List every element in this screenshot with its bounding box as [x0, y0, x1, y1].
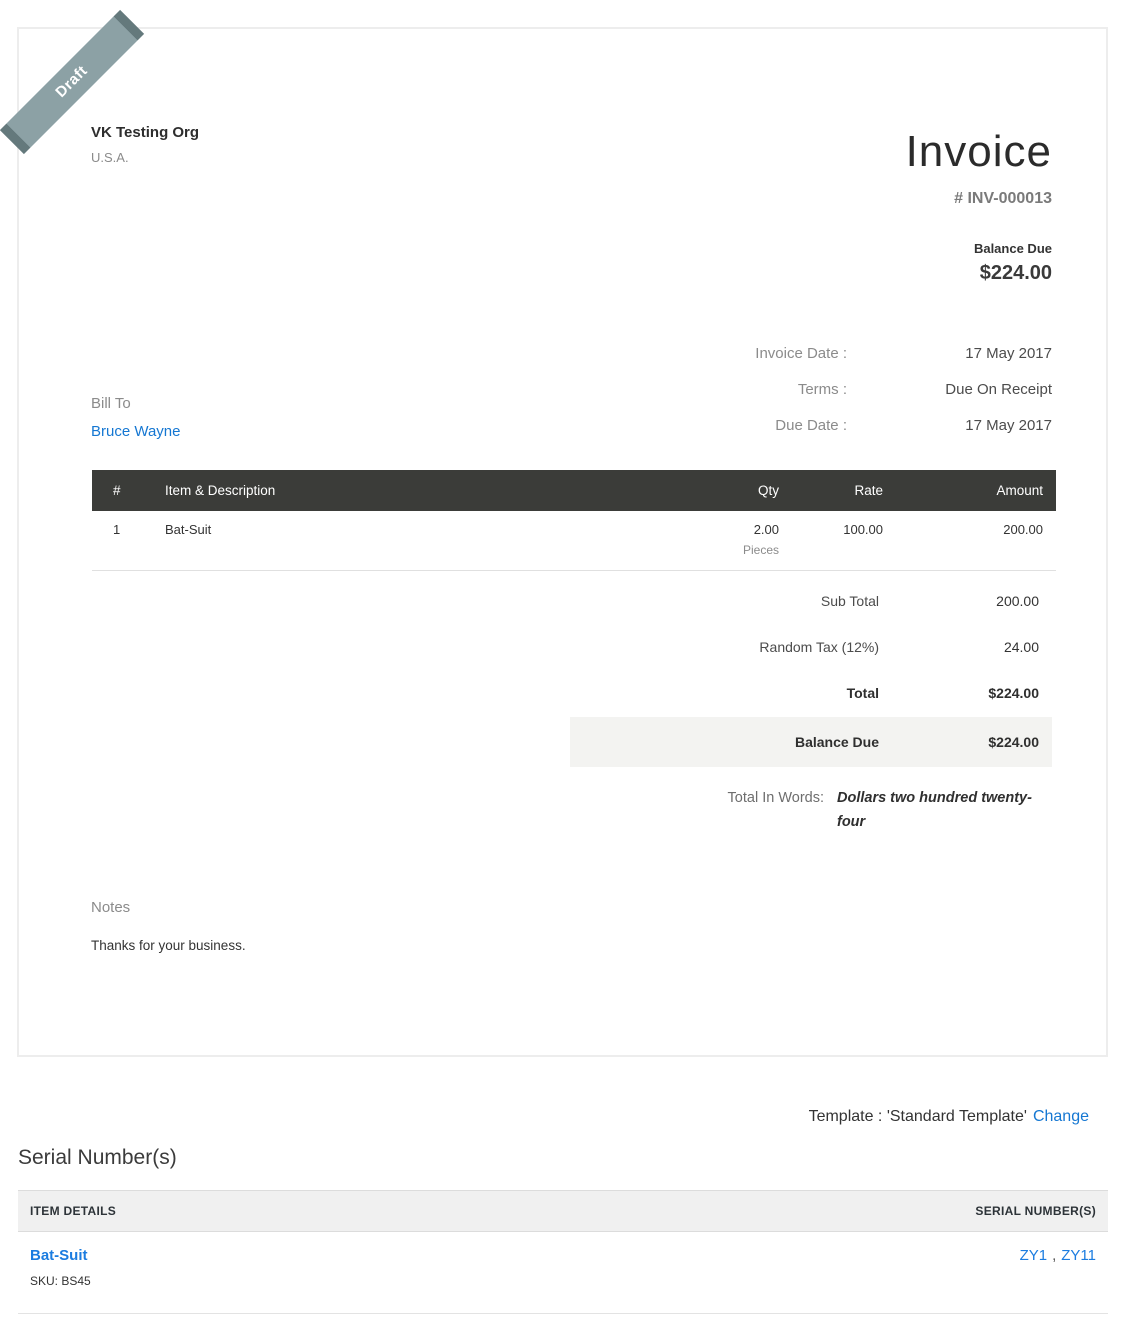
serials-table: ITEM DETAILS SERIAL NUMBER(S) Bat-Suit S…: [18, 1190, 1108, 1314]
serials-header-serial-numbers: SERIAL NUMBER(S): [975, 1204, 1096, 1218]
notes-text: Thanks for your business.: [91, 938, 246, 953]
col-header-qty: Qty: [672, 483, 792, 498]
terms-value: Due On Receipt: [847, 380, 1052, 400]
subtotal-value: 200.00: [879, 591, 1052, 611]
bill-to-block: Bill To Bruce Wayne: [91, 395, 180, 441]
total-in-words-block: Total In Words: Dollars two hundred twen…: [728, 786, 1052, 834]
item-index: 1: [92, 522, 165, 557]
balance-due-row-value: $224.00: [879, 732, 1052, 752]
serials-numbers-cell: ZY1, ZY11: [1020, 1247, 1096, 1288]
invoice-date-row: Invoice Date : 17 May 2017: [632, 344, 1052, 364]
serials-heading: Serial Number(s): [18, 1146, 177, 1170]
item-qty-cell: 2.00 Pieces: [672, 522, 792, 557]
terms-row: Terms : Due On Receipt: [632, 380, 1052, 400]
col-header-index: #: [92, 483, 165, 498]
serials-item-sku: SKU: BS45: [30, 1274, 1020, 1288]
due-date-label: Due Date :: [632, 416, 847, 436]
serials-item-cell: Bat-Suit SKU: BS45: [30, 1247, 1020, 1288]
org-country: U.S.A.: [91, 150, 199, 165]
template-change-link[interactable]: Change: [1033, 1108, 1089, 1125]
balance-due-row: Balance Due $224.00: [570, 717, 1052, 767]
template-line: Template : 'Standard Template' Change: [809, 1108, 1089, 1126]
serial-separator: ,: [1052, 1247, 1056, 1264]
org-block: VK Testing Org U.S.A.: [91, 124, 199, 165]
invoice-paper: Draft VK Testing Org U.S.A. Invoice # IN…: [17, 27, 1108, 1057]
table-row: 1 Bat-Suit 2.00 Pieces 100.00 200.00: [92, 511, 1056, 571]
bill-to-label: Bill To: [91, 395, 180, 412]
notes-label: Notes: [91, 899, 246, 916]
template-label: Template : 'Standard Template': [809, 1108, 1027, 1125]
due-date-row: Due Date : 17 May 2017: [632, 416, 1052, 436]
item-amount: 200.00: [896, 522, 1056, 557]
item-unit: Pieces: [672, 543, 779, 557]
total-in-words-label: Total In Words:: [728, 786, 824, 834]
invoice-date-label: Invoice Date :: [632, 344, 847, 364]
serial-number-link[interactable]: ZY1: [1020, 1247, 1048, 1264]
subtotal-row: Sub Total 200.00: [570, 578, 1052, 624]
serial-number-link[interactable]: ZY11: [1061, 1247, 1096, 1264]
bill-to-customer-link[interactable]: Bruce Wayne: [91, 423, 180, 440]
serials-header-item-details: ITEM DETAILS: [30, 1204, 975, 1218]
due-date-value: 17 May 2017: [847, 416, 1052, 436]
total-value: $224.00: [879, 683, 1052, 703]
items-table-header: # Item & Description Qty Rate Amount: [92, 470, 1056, 511]
notes-block: Notes Thanks for your business.: [91, 899, 246, 953]
item-qty: 2.00: [672, 522, 779, 537]
balance-due-label: Balance Due: [974, 241, 1052, 256]
org-name: VK Testing Org: [91, 124, 199, 141]
invoice-number: # INV-000013: [906, 190, 1052, 208]
total-row: Total $224.00: [570, 670, 1052, 716]
col-header-rate: Rate: [792, 483, 896, 498]
item-name: Bat-Suit: [165, 522, 672, 557]
items-table: # Item & Description Qty Rate Amount 1 B…: [92, 470, 1056, 571]
total-in-words-value: Dollars two hundred twenty-four: [837, 786, 1052, 834]
tax-value: 24.00: [879, 637, 1052, 657]
col-header-item: Item & Description: [165, 483, 672, 498]
table-row: Bat-Suit SKU: BS45 ZY1, ZY11: [18, 1232, 1108, 1314]
serials-item-link[interactable]: Bat-Suit: [30, 1247, 88, 1264]
item-rate: 100.00: [792, 522, 896, 557]
terms-label: Terms :: [632, 380, 847, 400]
tax-label: Random Tax (12%): [570, 637, 879, 657]
total-label: Total: [570, 683, 879, 703]
serials-table-header: ITEM DETAILS SERIAL NUMBER(S): [18, 1190, 1108, 1232]
balance-due-row-label: Balance Due: [570, 732, 879, 752]
totals-block: Sub Total 200.00 Random Tax (12%) 24.00 …: [570, 578, 1052, 767]
tax-row: Random Tax (12%) 24.00: [570, 624, 1052, 670]
invoice-meta: Invoice Date : 17 May 2017 Terms : Due O…: [632, 344, 1052, 452]
draft-ribbon-label: Draft: [52, 62, 91, 101]
invoice-header: Invoice # INV-000013: [906, 127, 1052, 208]
col-header-amount: Amount: [896, 483, 1056, 498]
balance-due-value: $224.00: [974, 262, 1052, 285]
invoice-date-value: 17 May 2017: [847, 344, 1052, 364]
invoice-title: Invoice: [906, 127, 1052, 177]
balance-due-block: Balance Due $224.00: [974, 241, 1052, 285]
subtotal-label: Sub Total: [570, 591, 879, 611]
